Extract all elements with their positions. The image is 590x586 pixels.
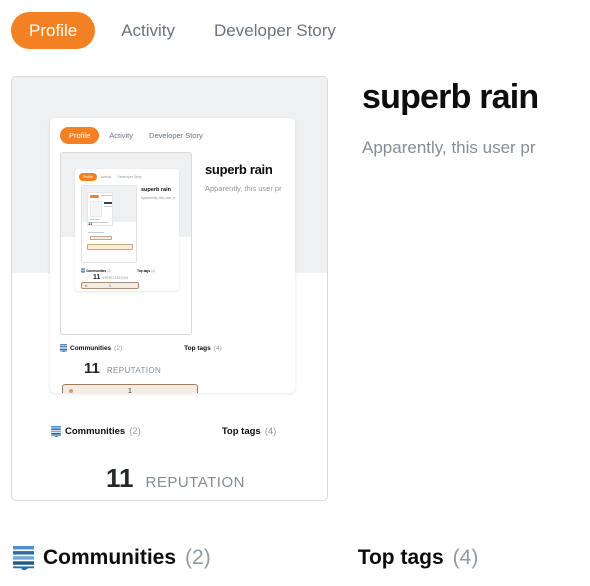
- nested3-communities-count: (2): [107, 268, 112, 273]
- nested2-tab-developer-story: Developer Story: [149, 131, 203, 140]
- nested2-communities-count: (2): [114, 344, 123, 352]
- nested4-profile-pill: [90, 195, 99, 198]
- nested3-inner-line-a: [88, 232, 104, 233]
- nested2-bronze-badge: 1: [62, 384, 198, 393]
- nested2-description: Apparently, this user pr: [205, 184, 282, 193]
- card-reputation-value: 11: [106, 463, 134, 493]
- nested3-toptags-text: Top tags: [137, 268, 151, 273]
- nested2-stats-row: Communities (2) Top tags (4): [60, 344, 285, 352]
- nested4-card-box: [90, 201, 102, 217]
- toptags-heading[interactable]: Top tags (4): [358, 546, 479, 570]
- nested4-stat-line-1: [90, 219, 100, 220]
- nested2-reputation: 11 REPUTATION: [84, 360, 161, 377]
- tab-activity[interactable]: Activity: [108, 22, 188, 39]
- nested2-communities-text: Communities: [70, 344, 112, 352]
- nested4-desc-line: [104, 206, 112, 207]
- nested2-toptags-label: Top tags (4): [184, 344, 222, 352]
- card-communities-count: (2): [129, 426, 141, 437]
- nested3-tab-activity: Activity: [100, 175, 112, 179]
- card-communities-label[interactable]: Communities (2): [51, 426, 141, 437]
- nested3-header: superb rain Apparently, this user pr: [141, 187, 176, 200]
- card-stats-row: Communities (2) Top tags (4): [51, 426, 327, 437]
- nested2-title: superb rain: [205, 162, 273, 177]
- nested3-preview-card: 11: [81, 185, 137, 263]
- nested2-bronze-count: 1: [128, 387, 132, 394]
- nested2-reputation-value: 11: [84, 360, 100, 377]
- communities-heading-text: Communities: [43, 546, 177, 569]
- nested2-header: superb rain Apparently, this user pr: [205, 162, 295, 193]
- nested3-bronze-badge: 1: [81, 282, 139, 289]
- nested3-communities-label: Communities (2): [81, 268, 111, 273]
- card-toptags-text: Top tags: [221, 426, 261, 437]
- nested2-bronze-dot: [69, 389, 73, 393]
- nested4-title-line: [104, 202, 112, 204]
- communities-heading[interactable]: Communities (2): [13, 546, 211, 570]
- toptags-heading-text: Top tags: [357, 546, 444, 569]
- card-toptags-label[interactable]: Top tags (4): [222, 426, 277, 437]
- nested4-badge: [90, 236, 112, 240]
- nested3-reputation-value: 11: [93, 274, 101, 281]
- profile-description: Apparently, this user pr: [362, 138, 536, 157]
- nested3-stats-row: Communities (2) Top tags (4): [81, 268, 155, 273]
- communities-heading-count: (2): [185, 546, 211, 569]
- nested3-inner-reputation: 11: [88, 221, 93, 226]
- nested2-tab-bar: Profile Activity Developer Story: [50, 118, 295, 144]
- stack-exchange-icon: [81, 268, 85, 273]
- nested3-inner-badge: [87, 244, 133, 250]
- card-toptags-count: (4): [264, 426, 277, 437]
- card-reputation-label: REPUTATION: [145, 474, 245, 491]
- nested4-tab-line: [101, 195, 112, 196]
- profile-tab-bar: Profile Activity Developer Story: [0, 0, 590, 60]
- nested-screenshot-level-3: Profile Activity Developer Story 11 supe…: [75, 169, 179, 291]
- toptags-heading-count: (4): [452, 546, 479, 569]
- nested3-bronze-dot: [85, 284, 87, 287]
- page-title: superb rain: [362, 78, 539, 116]
- nested2-body: Profile Activity Developer Story 11 supe…: [50, 152, 295, 393]
- profile-preview-card[interactable]: Profile Activity Developer Story Profile…: [11, 76, 328, 501]
- nested2-preview-card: Profile Activity Developer Story 11 supe…: [60, 152, 192, 335]
- stack-exchange-icon: [60, 344, 67, 352]
- nested2-communities-label: Communities (2): [60, 344, 122, 352]
- nested3-title: superb rain: [141, 187, 171, 193]
- stack-exchange-icon: [51, 426, 61, 437]
- card-communities-text: Communities: [65, 426, 126, 437]
- profile-header: superb rain Apparently, this user pr: [362, 76, 590, 158]
- nested2-toptags-count: (4): [213, 344, 222, 352]
- stack-exchange-icon: [13, 546, 34, 570]
- nested-screenshot-level-2: Profile Activity Developer Story Profile…: [50, 118, 295, 393]
- nested3-toptags-count: (4): [151, 268, 156, 273]
- nested3-bronze-count: 1: [109, 283, 111, 288]
- nested3-tab-bar: Profile Activity Developer Story: [75, 169, 179, 181]
- nested3-toptags-label: Top tags (4): [137, 268, 155, 273]
- nested3-tab-developer-story: Developer Story: [117, 175, 142, 179]
- nested2-reputation-label: REPUTATION: [106, 366, 162, 375]
- bottom-stats-row: Communities (2) Top tags (4): [13, 546, 590, 570]
- nested4-stat-line-2: [90, 222, 108, 223]
- nested3-tab-profile: Profile: [79, 173, 97, 181]
- nested2-tab-profile: Profile: [60, 127, 100, 144]
- nested3-reputation: 11 REPUTATION: [93, 274, 128, 281]
- card-reputation: 11 REPUTATION: [106, 463, 245, 494]
- tab-developer-story[interactable]: Developer Story: [201, 22, 349, 39]
- nested3-description: Apparently, this user pr: [141, 196, 176, 200]
- nested2-tab-activity: Activity: [109, 131, 134, 140]
- nested2-toptags-text: Top tags: [184, 344, 211, 352]
- tab-profile[interactable]: Profile: [11, 11, 96, 49]
- nested3-communities-text: Communities: [86, 268, 107, 273]
- nested3-reputation-label: REPUTATION: [103, 276, 129, 280]
